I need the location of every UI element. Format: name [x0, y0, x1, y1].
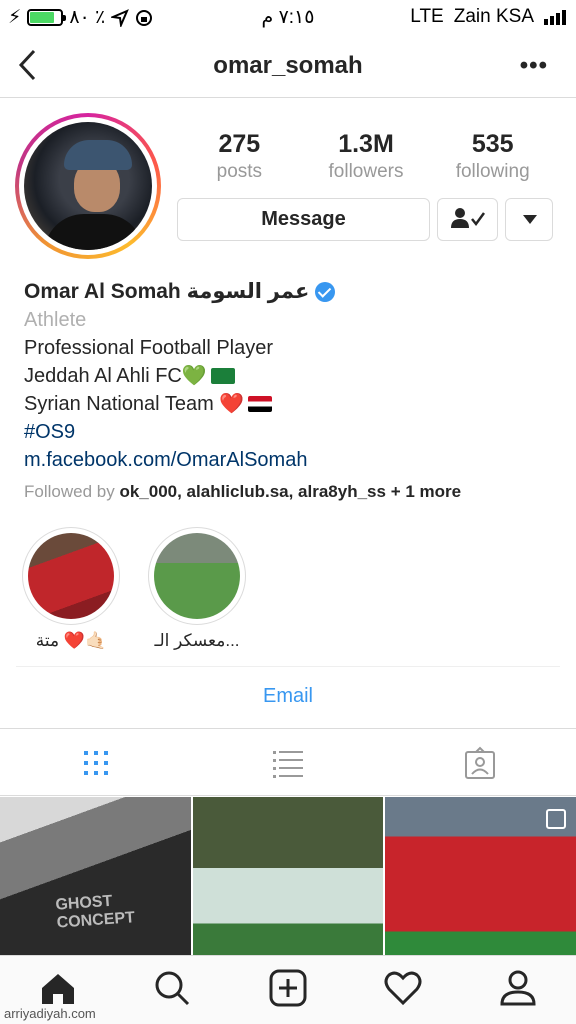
profile-icon[interactable] — [498, 968, 538, 1008]
email-button[interactable]: Email — [0, 685, 576, 708]
profile-stats: 275 posts 1.3M followers 535 following — [176, 130, 556, 183]
post-grid: GHOST CONCEPT — [0, 797, 576, 955]
stat-posts[interactable]: 275 posts — [176, 130, 303, 183]
bio-line-2: Jeddah Al Ahli FC💚 — [24, 365, 207, 387]
signal-icon — [544, 9, 566, 25]
followed-by[interactable]: Followed by ok_000, alahliclub.sa, alra8… — [24, 478, 564, 506]
watermark: arriyadiyah.com — [4, 1006, 96, 1021]
grid-icon[interactable] — [76, 746, 116, 782]
stat-following[interactable]: 535 following — [429, 130, 556, 183]
followed-by-users: ok_000, alahliclub.sa, alra8yh_ss — [119, 482, 386, 501]
tagged-icon[interactable] — [460, 746, 500, 782]
highlight-label: معسكر الـ... — [154, 631, 240, 650]
list-icon[interactable] — [268, 746, 308, 782]
status-bar: ⚡ ٨٠ ٪ ٧:١٥ م LTE Zain KSA — [0, 0, 576, 34]
website-link[interactable]: m.facebook.com/OmarAlSomah — [24, 446, 564, 474]
more-options-icon[interactable]: ••• — [520, 52, 548, 80]
following-label: following — [455, 161, 530, 182]
following-count: 535 — [471, 130, 514, 158]
post-caption: GHOST CONCEPT — [54, 892, 136, 932]
profile-bio: Omar Al Somah عمر السومة Athlete Profess… — [24, 278, 564, 506]
post-thumbnail[interactable] — [192, 797, 384, 955]
message-button[interactable]: Message — [177, 198, 430, 241]
heart-icon[interactable] — [383, 968, 423, 1008]
person-check-icon — [450, 208, 485, 228]
profile-name: Omar Al Somah عمر السومة — [24, 280, 310, 303]
page-title: omar_somah — [213, 52, 363, 79]
following-button[interactable] — [437, 198, 498, 241]
network-type: LTE — [410, 6, 444, 27]
search-icon[interactable] — [152, 968, 192, 1008]
divider — [0, 795, 576, 796]
profile-tabs — [0, 740, 576, 786]
profile-category: Athlete — [24, 309, 87, 331]
story-highlight[interactable]: متة ❤️🤙🏻 — [22, 527, 120, 651]
post-thumbnail[interactable]: GHOST CONCEPT — [0, 797, 191, 955]
followers-label: followers — [328, 161, 404, 182]
avatar[interactable] — [15, 113, 161, 259]
highlight-label: متة ❤️🤙🏻 — [35, 631, 107, 650]
divider — [0, 728, 576, 729]
bio-line-1: Professional Football Player — [24, 337, 274, 359]
highlight-cover — [154, 533, 240, 619]
avatar-photo — [24, 122, 152, 250]
posts-count: 275 — [218, 130, 261, 158]
home-icon[interactable] — [38, 968, 78, 1008]
suggestions-dropdown-button[interactable] — [505, 198, 553, 241]
multiple-photos-icon — [546, 809, 567, 829]
verified-badge-icon — [315, 282, 336, 302]
hashtag-link[interactable]: #OS9 — [24, 418, 564, 446]
saudi-flag-icon — [210, 368, 235, 384]
stat-followers[interactable]: 1.3M followers — [303, 130, 430, 183]
add-icon[interactable] — [268, 968, 308, 1008]
posts-label: posts — [216, 161, 263, 182]
followers-count: 1.3M — [338, 130, 394, 158]
story-highlight[interactable]: معسكر الـ... — [148, 527, 246, 651]
followed-by-more: + 1 more — [390, 482, 462, 501]
carrier-name: Zain KSA — [453, 6, 534, 27]
post-thumbnail[interactable] — [385, 797, 576, 955]
syria-flag-icon — [248, 396, 273, 412]
triangle-down-icon — [523, 215, 537, 224]
divider — [16, 666, 560, 667]
highlight-cover — [28, 533, 114, 619]
profile-header: omar_somah ••• — [0, 34, 576, 98]
bio-line-3: Syrian National Team ❤️ — [24, 393, 245, 415]
